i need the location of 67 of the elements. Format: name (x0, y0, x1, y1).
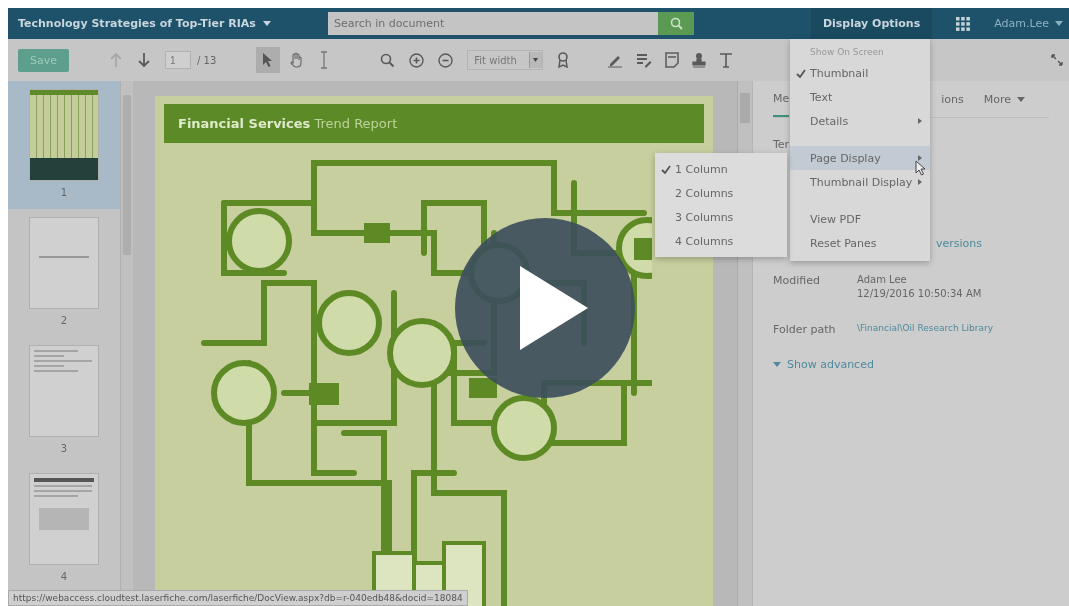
field-label: Modified (773, 274, 821, 289)
menu-item[interactable]: Reset Panes (790, 231, 930, 255)
text-tool-icon[interactable] (718, 52, 733, 68)
page-number-label: 2 (60, 315, 68, 326)
search-field[interactable]: Search in document (328, 12, 658, 35)
caret-icon (1017, 96, 1026, 102)
display-options-button[interactable]: Display Options (810, 8, 933, 39)
down-arrow-icon[interactable] (137, 52, 151, 68)
page-number-field[interactable]: 1 (165, 51, 191, 69)
pane-tab[interactable]: ions (941, 81, 964, 117)
menu-item[interactable]: Page Display (790, 146, 930, 170)
search-button[interactable] (658, 12, 694, 35)
page-number-label: 4 (60, 571, 68, 582)
caret-icon (773, 362, 781, 367)
check-icon (661, 164, 671, 174)
page-thumbnail[interactable]: 2 (8, 209, 120, 337)
menu-item[interactable]: 4 Columns (655, 229, 787, 253)
text-cursor-icon (319, 51, 330, 69)
expand-icon[interactable] (1051, 54, 1063, 66)
show-advanced-link[interactable]: Show advanced (773, 358, 1069, 371)
menu-item[interactable]: View PDF (790, 207, 930, 231)
submenu-arrow-icon (918, 155, 922, 161)
document-title-dropdown[interactable]: Technology Strategies of Top-Tier RIAs (18, 17, 328, 30)
zoom-dropdown[interactable]: Fit width (467, 50, 543, 70)
page-number-label: 3 (60, 443, 68, 454)
menu-item[interactable]: 1 Column (655, 157, 787, 181)
mouse-cursor-icon (915, 160, 926, 176)
submenu-arrow-icon (918, 179, 922, 185)
zoom-in-icon[interactable] (409, 52, 425, 68)
page-thumbnail[interactable]: 4 (8, 465, 120, 593)
page-total: / 13 (197, 54, 217, 66)
user-menu[interactable]: Adam.Lee (994, 17, 1069, 30)
status-url-tooltip: https://webaccess.cloudtest.laserfiche.com/laserfiche/DocView.aspx?db=r-040edb48&docid=18084 (8, 590, 468, 606)
pointer-tool[interactable] (256, 47, 281, 73)
zoom-out-icon[interactable] (438, 52, 454, 68)
menu-item[interactable]: 3 Columns (655, 205, 787, 229)
search-icon (669, 17, 683, 30)
menu-item[interactable]: Thumbnail (790, 61, 930, 85)
caret-icon (1055, 21, 1063, 26)
page-thumbnail[interactable]: 3 (8, 337, 120, 465)
menu-item[interactable]: 2 Columns (655, 181, 787, 205)
report-heading: Financial Services Trend Report (164, 104, 704, 143)
menu-item[interactable]: Text (790, 85, 930, 109)
play-button-icon[interactable] (455, 218, 635, 398)
ribbon-icon[interactable] (556, 52, 569, 68)
submenu-arrow-icon (918, 118, 922, 124)
hand-icon (288, 52, 304, 68)
app-grid-icon[interactable] (956, 16, 971, 31)
menu-item[interactable]: Thumbnail Display (790, 170, 930, 194)
page-thumbnail[interactable]: 1 (8, 81, 120, 209)
note-icon[interactable] (664, 52, 679, 68)
stamp-icon[interactable] (691, 52, 706, 68)
field-label: Ter (773, 138, 791, 151)
menu-item[interactable]: Details (790, 109, 930, 133)
text-annotation-icon[interactable] (635, 52, 652, 68)
field-label: Folder path (773, 323, 837, 336)
caret-icon (533, 58, 539, 62)
pane-tab[interactable]: More (983, 81, 1026, 117)
field-value: 12/19/2016 10:50:34 AM (857, 288, 982, 299)
check-icon (796, 68, 806, 78)
page-number-label: 1 (60, 187, 68, 198)
versions-link[interactable]: versions (936, 237, 1069, 250)
zoom-magnifier-icon[interactable] (380, 52, 396, 68)
field-value: Adam Lee (857, 274, 908, 285)
folder-path-link[interactable]: \Financial\Oil Research Library (857, 323, 994, 333)
caret-icon (262, 21, 271, 26)
menu-section-heading: Show On Screen (809, 46, 885, 59)
